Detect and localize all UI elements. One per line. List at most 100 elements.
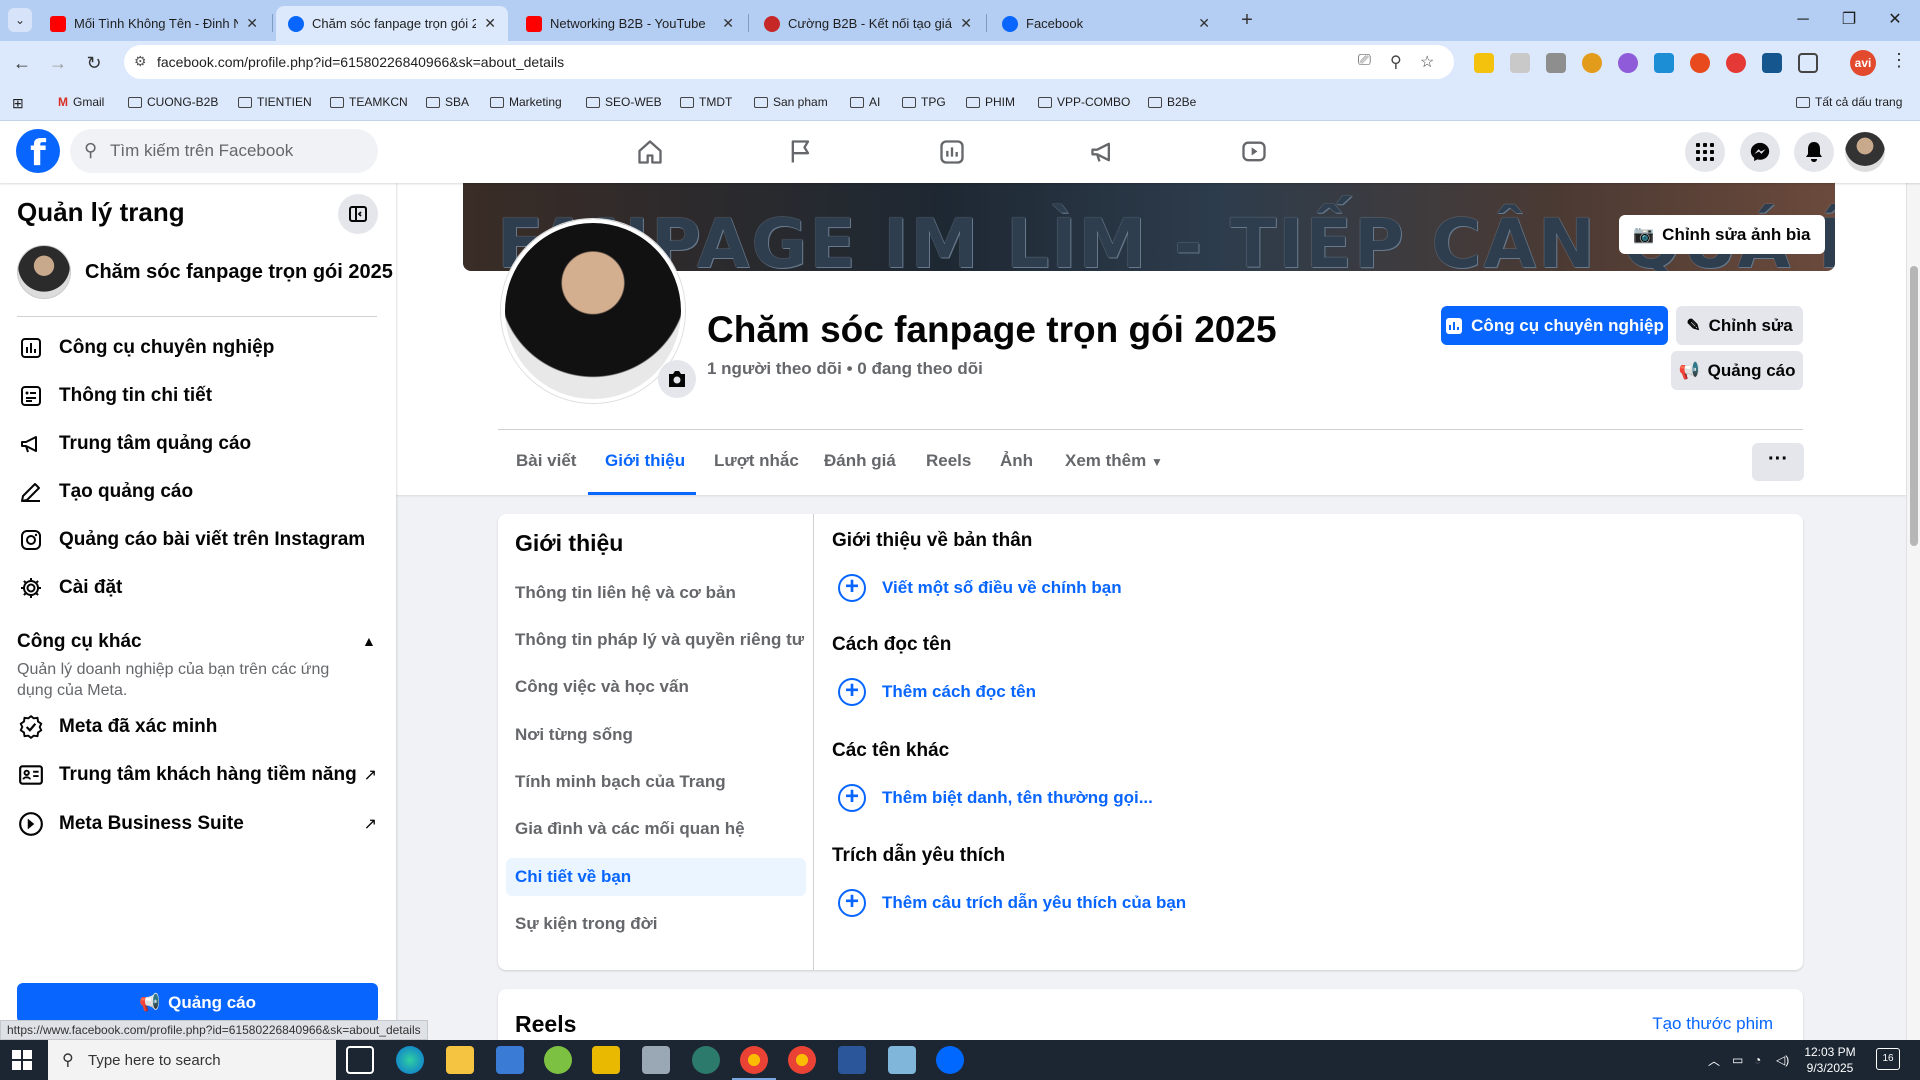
bookmark-folder[interactable]: AI — [850, 95, 880, 109]
browser-tab-3[interactable]: Networking B2B - YouTube ✕ — [514, 6, 746, 41]
extension-icon[interactable] — [1582, 53, 1602, 73]
tab-photos[interactable]: Ảnh — [1000, 451, 1033, 471]
bookmark-folder[interactable]: SBA — [426, 95, 469, 109]
zoom-icon[interactable]: ⚲ — [1390, 52, 1402, 72]
professional-tools-button[interactable]: Công cụ chuyên nghiệp — [1441, 306, 1668, 345]
close-icon[interactable]: ✕ — [722, 15, 734, 32]
chevron-up-icon[interactable]: ︿ — [1708, 1040, 1720, 1080]
sidebar-item-meta-verified[interactable]: Meta đã xác minh — [17, 713, 377, 741]
close-icon[interactable]: ✕ — [484, 15, 496, 32]
scrollbar-thumb[interactable] — [1910, 266, 1918, 546]
battery-icon[interactable]: ▭ — [1732, 1040, 1743, 1080]
notifications-button[interactable] — [1794, 132, 1834, 172]
store-icon[interactable] — [496, 1046, 524, 1074]
extension-icon[interactable] — [1654, 53, 1674, 73]
sidebar-item-settings[interactable]: Cài đặt — [17, 574, 377, 602]
word-icon[interactable] — [838, 1046, 866, 1074]
about-nav-contact[interactable]: Thông tin liên hệ và cơ bản — [506, 574, 806, 612]
sidebar-item-ad-center[interactable]: Trung tâm quảng cáo — [17, 430, 377, 458]
menu-grid-button[interactable] — [1685, 132, 1725, 172]
bookmark-folder[interactable]: Marketing — [490, 95, 562, 109]
taskbar-search-input[interactable] — [88, 1040, 328, 1080]
browser-tab-5[interactable]: Facebook ✕ — [990, 6, 1222, 41]
bookmark-folder[interactable]: SEO-WEB — [586, 95, 662, 109]
extension-icon[interactable] — [1726, 53, 1746, 73]
bookmark-folder[interactable]: VPP-COMBO — [1038, 95, 1130, 109]
extension-icon[interactable] — [1474, 53, 1494, 73]
sidebar-item-lead-center[interactable]: Trung tâm khách hàng tiềm năng ↗ — [17, 761, 377, 789]
back-button[interactable]: ← — [8, 49, 36, 77]
more-options-button[interactable]: ··· — [1752, 443, 1804, 481]
browser-tab-4[interactable]: Cường B2B - Kết nối tạo giá trị ✕ — [752, 6, 984, 41]
minimize-button[interactable]: ─ — [1780, 6, 1826, 34]
browser-tab-2[interactable]: Chăm sóc fanpage trọn gói 202 ✕ — [276, 6, 508, 41]
about-nav-life-events[interactable]: Sự kiện trong đời — [506, 905, 806, 943]
extension-icon[interactable] — [1618, 53, 1638, 73]
bookmark-folder[interactable]: San pham — [754, 95, 828, 109]
bookmark-star-icon[interactable]: ☆ — [1420, 52, 1434, 72]
address-url[interactable]: facebook.com/profile.php?id=615802268409… — [157, 54, 564, 70]
tab-more[interactable]: Xem thêm ▼ — [1065, 451, 1163, 471]
tab-about[interactable]: Giới thiệu — [605, 451, 685, 471]
account-avatar[interactable] — [1845, 132, 1885, 172]
file-explorer-icon[interactable] — [446, 1046, 474, 1074]
search-input[interactable] — [110, 129, 370, 173]
bookmark-folder[interactable]: TMDT — [680, 95, 732, 109]
close-icon[interactable]: ✕ — [960, 15, 972, 32]
add-nickname-link[interactable]: + Thêm biệt danh, tên thường gọi... — [838, 784, 1153, 812]
app-icon[interactable] — [544, 1046, 572, 1074]
install-app-icon[interactable]: ⎚ — [1358, 52, 1371, 70]
add-quote-link[interactable]: + Thêm câu trích dẫn yêu thích của bạn — [838, 889, 1186, 917]
taskbar-search[interactable]: ⚲ — [48, 1040, 336, 1080]
close-icon[interactable]: ✕ — [246, 15, 258, 32]
add-bio-link[interactable]: + Viết một số điều về chính bạn — [838, 574, 1122, 602]
camera-app-icon[interactable] — [642, 1046, 670, 1074]
sidebar-page-switcher[interactable]: Chăm sóc fanpage trọn gói 2025 — [17, 245, 393, 299]
nav-pages[interactable] — [745, 121, 857, 183]
tab-reviews[interactable]: Đánh giá — [824, 451, 896, 471]
create-reel-link[interactable]: Tạo thước phim — [1652, 1014, 1773, 1034]
all-bookmarks-folder[interactable]: Tất cả dấu trang — [1796, 95, 1902, 109]
tab-reels[interactable]: Reels — [926, 451, 971, 471]
tab-search-icon[interactable]: ⌄ — [8, 8, 32, 32]
chrome-icon[interactable] — [732, 1046, 776, 1080]
taskbar-clock[interactable]: 12:03 PM 9/3/2025 — [1790, 1044, 1870, 1076]
puzzle-icon[interactable] — [1798, 53, 1818, 73]
sidebar-ad-button[interactable]: 📢 Quảng cáo — [17, 983, 378, 1023]
nav-home[interactable] — [594, 121, 706, 183]
bookmark-item[interactable]: M Gmail — [58, 95, 104, 109]
messenger-button[interactable] — [1740, 132, 1780, 172]
bookmark-folder[interactable]: B2Be — [1148, 95, 1196, 109]
chevron-up-icon[interactable]: ▲ — [362, 633, 376, 649]
nav-video[interactable] — [1198, 121, 1310, 183]
about-nav-places[interactable]: Nơi từng sống — [506, 716, 806, 754]
extension-icon[interactable] — [1546, 53, 1566, 73]
sidebar-item-create-ad[interactable]: Tạo quảng cáo — [17, 478, 377, 506]
promote-button[interactable]: 📢 Quảng cáo — [1671, 351, 1803, 390]
extension-icon[interactable] — [1690, 53, 1710, 73]
browser-tab-1[interactable]: Mối Tình Không Tên - Đinh Ng ✕ — [38, 6, 270, 41]
bookmark-folder[interactable]: TIENTIEN — [238, 95, 312, 109]
other-tools-heading[interactable]: Công cụ khác — [17, 631, 142, 653]
add-pronunciation-link[interactable]: + Thêm cách đọc tên — [838, 678, 1036, 706]
task-view-icon[interactable] — [346, 1046, 374, 1074]
change-profile-picture-button[interactable] — [658, 360, 696, 398]
windows-start-icon[interactable] — [12, 1050, 32, 1070]
apps-grid-icon[interactable]: ⊞ — [12, 95, 24, 112]
forward-button[interactable]: → — [44, 49, 72, 77]
chrome-icon[interactable] — [788, 1046, 816, 1074]
address-bar[interactable]: ⚙ facebook.com/profile.php?id=6158022684… — [124, 45, 1454, 79]
about-nav-family[interactable]: Gia đình và các mối quan hệ — [506, 810, 806, 848]
app-icon[interactable] — [692, 1046, 720, 1074]
volume-icon[interactable]: ◁) — [1776, 1040, 1789, 1080]
sidebar-item-business-suite[interactable]: Meta Business Suite ↗ — [17, 810, 377, 838]
restore-button[interactable]: ❐ — [1826, 6, 1872, 34]
tab-posts[interactable]: Bài viết — [516, 451, 576, 471]
sidebar-collapse-button[interactable] — [338, 194, 378, 234]
bookmark-folder[interactable]: PHIM — [966, 95, 1015, 109]
close-window-button[interactable]: ✕ — [1872, 6, 1918, 34]
zalo-icon[interactable] — [936, 1046, 964, 1074]
nav-dashboard[interactable] — [896, 121, 1008, 183]
browser-profile-avatar[interactable]: avi — [1850, 50, 1876, 76]
close-icon[interactable]: ✕ — [1198, 15, 1210, 32]
